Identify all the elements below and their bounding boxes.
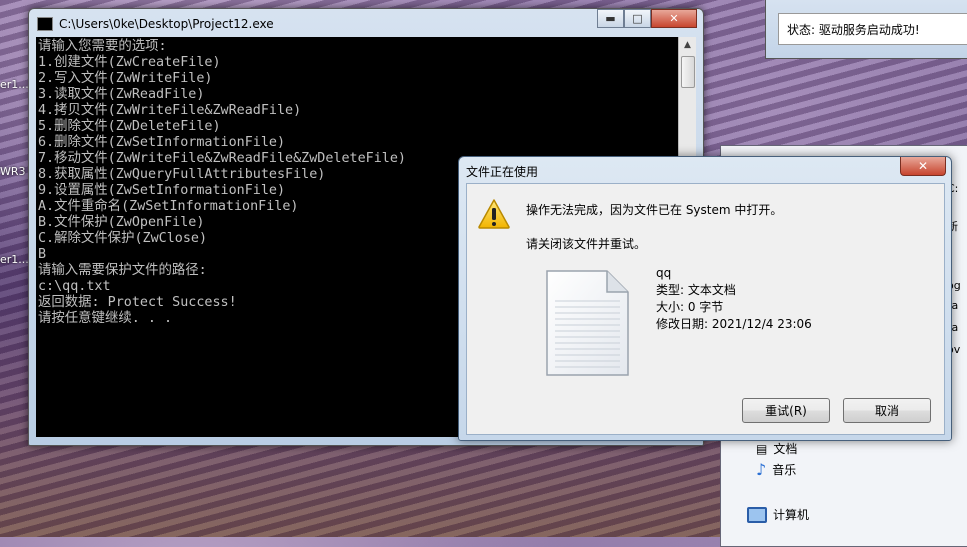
- scroll-thumb[interactable]: [681, 56, 695, 88]
- file-type: 类型: 文本文档: [656, 283, 736, 297]
- dialog-close-button[interactable]: ✕: [900, 157, 946, 176]
- window-controls: ▬ □ ✕: [597, 9, 697, 28]
- file-info: qq 类型: 文本文档 大小: 0 字节 修改日期: 2021/12/4 23:…: [656, 265, 812, 333]
- text-file-icon: [546, 270, 629, 376]
- sidebar-item-music[interactable]: ♪ 音乐: [756, 460, 796, 479]
- console-line: 4.拷贝文件(ZwWriteFile&ZwReadFile): [38, 103, 302, 118]
- console-line: 1.创建文件(ZwCreateFile): [38, 55, 221, 70]
- console-line: 5.删除文件(ZwDeleteFile): [38, 119, 221, 134]
- sidebar-item-computer[interactable]: 计算机: [747, 506, 809, 523]
- file-modified: 修改日期: 2021/12/4 23:06: [656, 317, 812, 331]
- desktop-icon-label[interactable]: er1...: [0, 78, 29, 91]
- title-bar[interactable]: C:\Users\0ke\Desktop\Project12.exe: [37, 14, 603, 34]
- warning-icon: [478, 199, 510, 229]
- console-line: 请输入您需要的选项:: [38, 39, 167, 54]
- console-line: 6.删除文件(ZwSetInformationFile): [38, 135, 286, 150]
- desktop-icon-label[interactable]: er1...: [0, 253, 29, 266]
- scroll-up-icon[interactable]: ▲: [679, 37, 696, 54]
- sidebar-item-label: 计算机: [773, 508, 810, 522]
- file-in-use-dialog[interactable]: 文件正在使用 ✕ 操作无法完成，因为文件已在 System 中打开。 请关闭该文…: [458, 156, 952, 441]
- console-line: 2.写入文件(ZwWriteFile): [38, 71, 213, 86]
- console-line: 3.读取文件(ZwReadFile): [38, 87, 205, 102]
- computer-icon: [747, 506, 767, 523]
- cancel-button[interactable]: 取消: [843, 398, 931, 423]
- desktop-icon-label[interactable]: WR3: [0, 165, 26, 178]
- maximize-button[interactable]: □: [624, 9, 651, 28]
- file-name: qq: [656, 266, 672, 280]
- sidebar-item-documents[interactable]: ▤ 文档: [756, 440, 797, 457]
- minimize-button[interactable]: ▬: [597, 9, 624, 28]
- sidebar-item-label: 文档: [773, 442, 798, 456]
- window-title: C:\Users\0ke\Desktop\Project12.exe: [59, 17, 274, 31]
- status-text: 状态: 驱动服务启动成功!: [778, 13, 967, 45]
- documents-icon: ▤: [756, 441, 768, 456]
- dialog-message: 操作无法完成，因为文件已在 System 中打开。: [526, 203, 783, 217]
- status-window: 状态: 驱动服务启动成功!: [765, 0, 967, 59]
- sidebar-item-label: 音乐: [772, 463, 797, 477]
- console-icon: [37, 17, 53, 31]
- music-icon: ♪: [756, 460, 767, 479]
- dialog-instruction: 请关闭该文件并重试。: [526, 237, 647, 251]
- close-button[interactable]: ✕: [651, 9, 697, 28]
- file-size: 大小: 0 字节: [656, 300, 724, 314]
- dialog-body: 操作无法完成，因为文件已在 System 中打开。 请关闭该文件并重试。 qq: [466, 183, 945, 435]
- retry-button[interactable]: 重试(R): [742, 398, 830, 423]
- dialog-title: 文件正在使用: [466, 165, 539, 179]
